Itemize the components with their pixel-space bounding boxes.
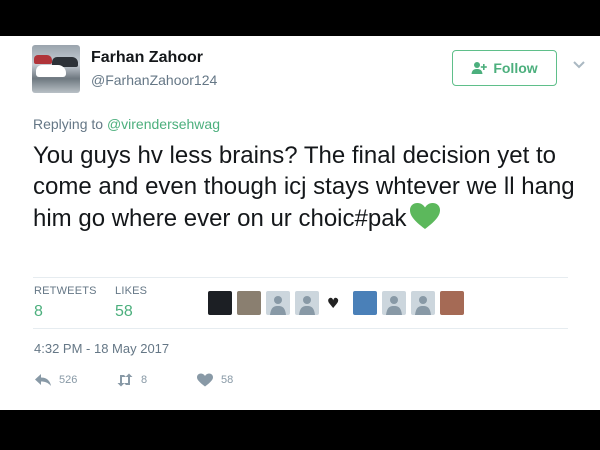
replying-to: Replying to @virendersehwag — [33, 116, 220, 132]
retweet-count: 8 — [141, 374, 148, 386]
chevron-down-icon[interactable] — [572, 60, 586, 70]
user-handle[interactable]: @FarhanZahoor124 — [91, 72, 217, 88]
liker-avatars: ♥ — [208, 291, 464, 315]
avatar[interactable] — [32, 45, 80, 93]
likes-value: 58 — [115, 303, 133, 320]
tweet-timestamp[interactable]: 4:32 PM - 18 May 2017 — [34, 341, 169, 356]
green-heart-icon — [409, 202, 441, 238]
likes-label: LIKES — [115, 285, 148, 297]
liker-avatar[interactable] — [237, 291, 261, 315]
tweet-card: Farhan Zahoor @FarhanZahoor124 Follow Re… — [0, 36, 600, 410]
add-user-icon — [471, 62, 488, 74]
user-display-name[interactable]: Farhan Zahoor — [91, 49, 203, 67]
svg-text:♥: ♥ — [327, 296, 340, 312]
like-count: 58 — [221, 374, 234, 386]
follow-button-label: Follow — [493, 60, 538, 76]
reply-action[interactable]: 526 — [34, 373, 77, 387]
divider-top — [33, 277, 568, 278]
retweet-action[interactable]: 8 — [116, 373, 147, 387]
replying-to-prefix: Replying to — [33, 116, 104, 132]
retweets-stat[interactable]: RETWEETS 8 — [34, 285, 97, 321]
tweet-body: You guys hv less brains? The final decis… — [33, 142, 575, 232]
likes-stat[interactable]: LIKES 58 — [115, 285, 147, 321]
liker-avatar[interactable] — [411, 291, 435, 315]
liker-avatar[interactable] — [208, 291, 232, 315]
liker-avatar[interactable] — [440, 291, 464, 315]
liker-avatar[interactable] — [295, 291, 319, 315]
follow-button[interactable]: Follow — [452, 50, 557, 86]
tweet-text: You guys hv less brains? The final decis… — [33, 140, 578, 238]
reply-icon — [35, 374, 51, 386]
avatar-car-white — [36, 65, 66, 77]
replying-to-mention[interactable]: @virendersehwag — [107, 116, 220, 132]
liker-avatar[interactable] — [266, 291, 290, 315]
liker-avatar[interactable]: ♥ — [324, 291, 348, 315]
like-heart-icon — [197, 373, 213, 387]
liker-avatar[interactable] — [353, 291, 377, 315]
retweet-icon — [117, 373, 133, 387]
retweets-label: RETWEETS — [34, 285, 97, 297]
reply-count: 526 — [59, 374, 78, 386]
divider-bottom — [33, 328, 568, 329]
retweets-value: 8 — [34, 303, 43, 320]
liker-avatar[interactable] — [382, 291, 406, 315]
avatar-car-red — [34, 55, 52, 64]
like-action[interactable]: 58 — [196, 373, 233, 387]
